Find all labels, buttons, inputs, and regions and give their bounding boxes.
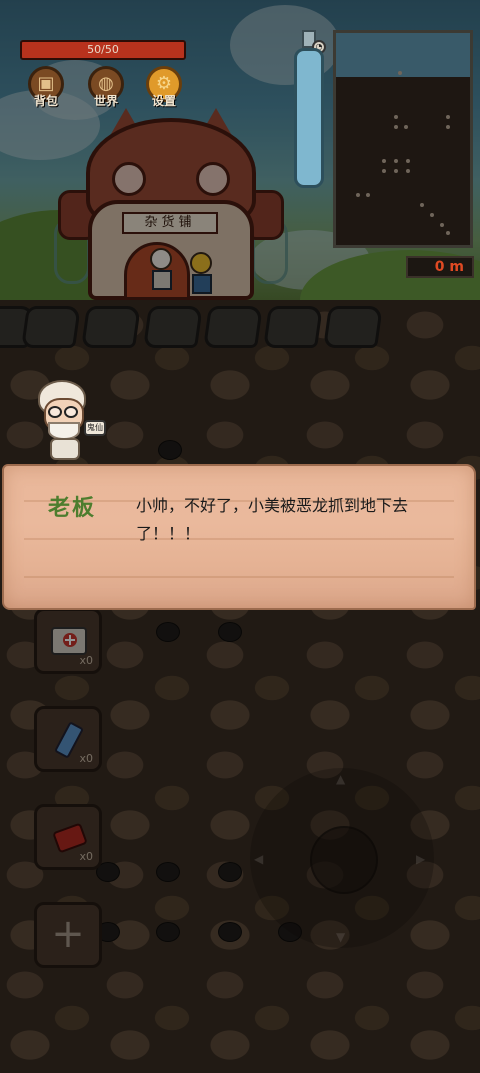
backpack-label: 背包 — [33, 94, 58, 108]
world-label: 世界 — [93, 94, 118, 108]
depth-value: 0 — [434, 259, 445, 275]
minimap-ore — [430, 213, 434, 217]
avatar-tag: 鬼仙 — [84, 420, 106, 436]
minimap-player — [398, 71, 402, 75]
minimap-ore — [420, 203, 424, 207]
settings-button[interactable]: ⚙ 设置 — [142, 66, 186, 110]
minimap-ore — [440, 223, 444, 227]
minimap-ore — [406, 159, 410, 163]
avatar-glasses — [64, 406, 78, 418]
minimap[interactable] — [333, 30, 473, 248]
world-button[interactable]: ◍ 世界 — [84, 66, 128, 110]
minimap-ore — [394, 159, 398, 163]
minimap-ore — [394, 169, 398, 173]
minimap-ore — [446, 115, 450, 119]
avatar-body — [50, 438, 80, 460]
wood-grain — [24, 576, 454, 578]
minimap-ore — [446, 231, 450, 235]
oxygen-tank-icon — [294, 48, 324, 188]
minimap-ore — [366, 193, 370, 197]
minimap-ore — [356, 193, 360, 197]
depth-unit: m — [449, 259, 464, 275]
settings-label: 设置 — [151, 94, 176, 108]
minimap-ore — [394, 115, 398, 119]
dialog-message: 小帅，不好了，小美被恶龙抓到地下去了！！！ — [136, 496, 409, 543]
avatar-glasses — [48, 406, 62, 418]
minimap-ore — [446, 125, 450, 129]
boss-avatar: 鬼仙 — [36, 376, 108, 464]
minimap-ore — [382, 159, 386, 163]
health-bar: 50/50 — [20, 40, 186, 60]
minimap-ore — [406, 169, 410, 173]
minimap-ore — [404, 125, 408, 129]
minimap-ore — [394, 125, 398, 129]
health-text: 50/50 — [87, 43, 119, 56]
minimap-ore — [382, 169, 386, 173]
backpack-button[interactable]: ▣ 背包 — [24, 66, 68, 110]
dialog-speaker-name: 老板 — [48, 496, 97, 521]
depth-meter: 0 m — [406, 256, 474, 278]
minimap-sky — [336, 33, 470, 77]
